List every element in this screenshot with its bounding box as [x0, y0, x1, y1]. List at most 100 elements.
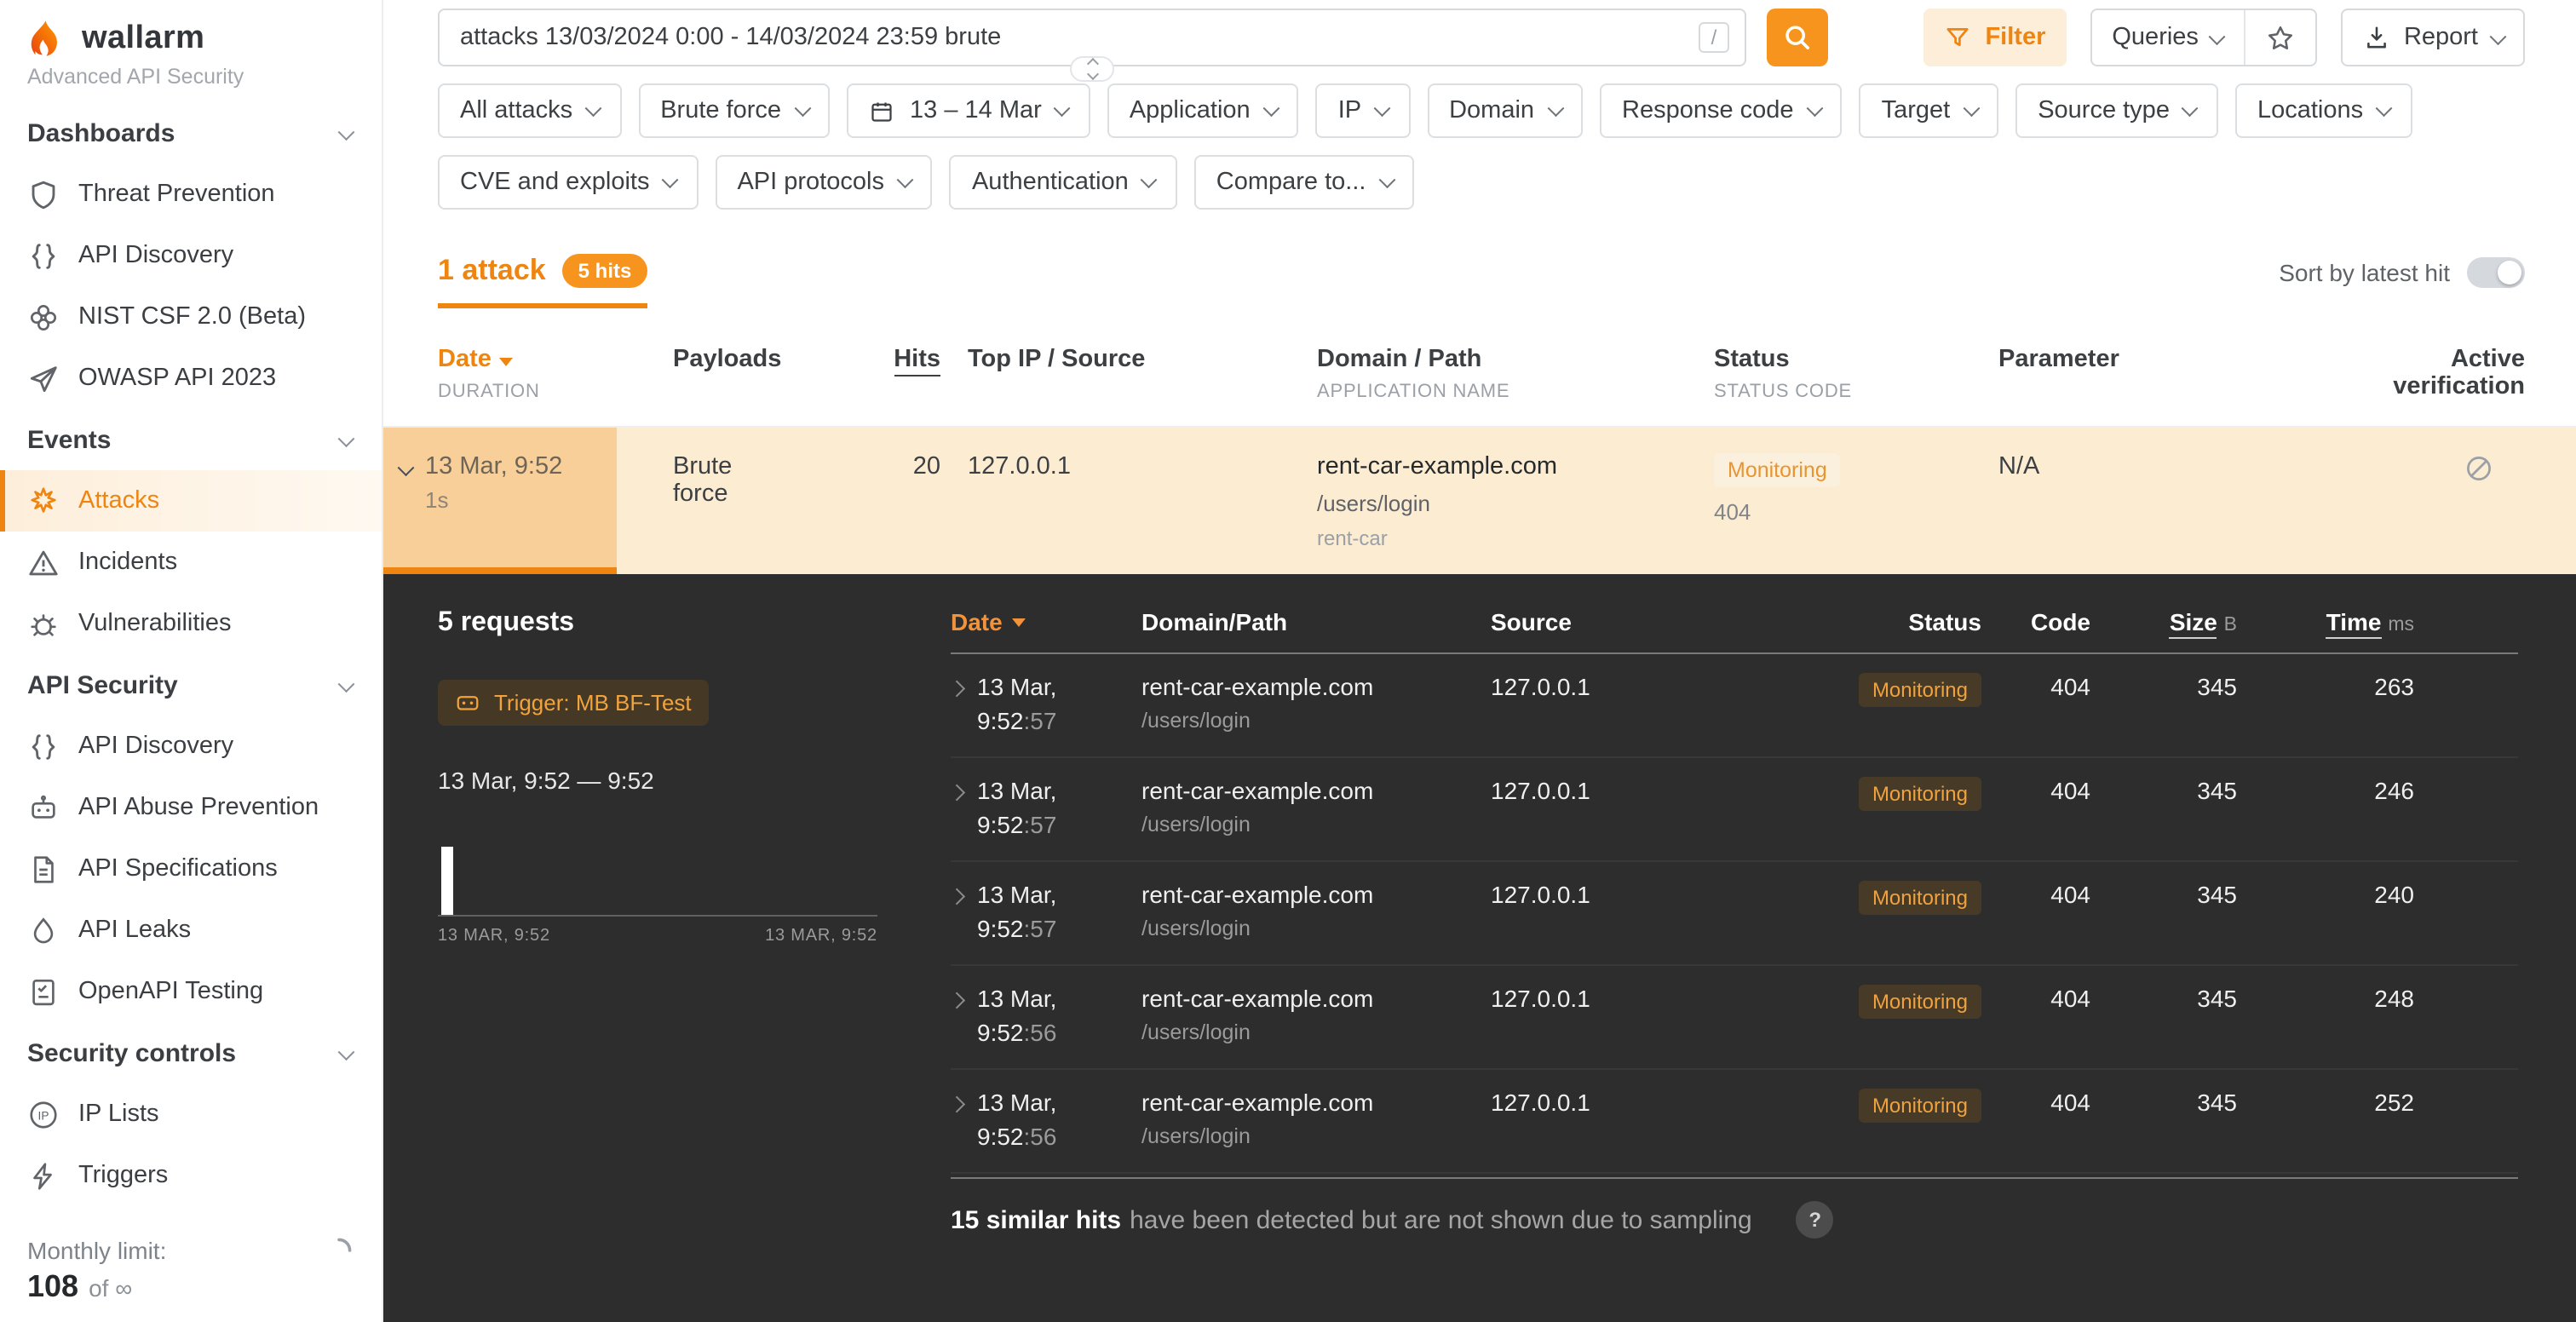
req-column-date[interactable]: Date: [951, 608, 1141, 635]
sidebar-item-nist-csf[interactable]: NIST CSF 2.0 (Beta): [0, 286, 382, 348]
column-header-parameter[interactable]: Parameter: [1998, 346, 2288, 402]
chevron-right-icon[interactable]: [948, 785, 963, 800]
search-button[interactable]: [1767, 9, 1828, 66]
tab-attacks[interactable]: 1 attack 5 hits: [438, 254, 647, 308]
sidebar-item-api-discovery[interactable]: API Discovery: [0, 225, 382, 286]
req-column-size[interactable]: Size B: [2090, 608, 2237, 635]
status-badge: Monitoring: [1859, 881, 1981, 915]
status-badge: Monitoring: [1859, 673, 1981, 707]
filter-chip-authentication[interactable]: Authentication: [950, 155, 1177, 210]
request-row[interactable]: 13 Mar, 9:52:57 rent-car-example.com/use…: [951, 862, 2518, 966]
filter-button[interactable]: Filter: [1923, 9, 2066, 66]
wallarm-app: wallarm Advanced API Security Dashboards…: [0, 0, 2576, 1322]
request-row[interactable]: 13 Mar, 9:52:56 rent-car-example.com/use…: [951, 1070, 2518, 1174]
column-header-hits[interactable]: Hits: [860, 346, 968, 402]
bot-icon: [27, 791, 60, 824]
topbar-actions: Filter Queries Report: [1923, 9, 2525, 66]
column-header-domain[interactable]: Domain / Path APPLICATION NAME: [1317, 346, 1714, 402]
request-row[interactable]: 13 Mar, 9:52:57 rent-car-example.com/use…: [951, 654, 2518, 758]
filter-chip-cve-exploits[interactable]: CVE and exploits: [438, 155, 698, 210]
shield-icon: [27, 178, 60, 210]
requests-histogram: [438, 838, 877, 917]
chevron-right-icon[interactable]: [948, 992, 963, 1008]
trigger-chip[interactable]: Trigger: MB BF-Test: [438, 680, 709, 726]
filter-chip-domain[interactable]: Domain: [1427, 83, 1583, 138]
status-badge: Monitoring: [1859, 1089, 1981, 1123]
req-column-status[interactable]: Status: [1818, 608, 1981, 635]
req-column-code[interactable]: Code: [1981, 608, 2090, 635]
filter-chip-target[interactable]: Target: [1860, 83, 1999, 138]
filter-chip-application[interactable]: Application: [1107, 83, 1299, 138]
chevron-right-icon[interactable]: [948, 888, 963, 904]
req-column-time[interactable]: Time ms: [2237, 608, 2414, 635]
sidebar-item-api-discovery-2[interactable]: API Discovery: [0, 716, 382, 777]
filter-chip-api-protocols[interactable]: API protocols: [715, 155, 933, 210]
sidebar-item-ip-lists[interactable]: IP IP Lists: [0, 1083, 382, 1145]
chevron-down-icon: [337, 430, 353, 445]
braces-icon: [27, 730, 60, 762]
attack-application: rent-car: [1317, 526, 1714, 550]
req-column-source[interactable]: Source: [1491, 608, 1818, 635]
attack-row[interactable]: 13 Mar, 9:52 1s Brute force 20 127.0.0.1…: [383, 428, 2576, 574]
column-header-verification[interactable]: Active verification: [2288, 346, 2576, 402]
chevron-expanded-icon[interactable]: [398, 459, 413, 474]
histogram-axis-labels: 13 MAR, 9:52 13 MAR, 9:52: [438, 927, 877, 946]
request-row[interactable]: 13 Mar, 9:52:56 rent-car-example.com/use…: [951, 966, 2518, 1070]
queries-button[interactable]: Queries: [2091, 10, 2244, 65]
filter-chip-ip[interactable]: IP: [1316, 83, 1410, 138]
column-header-status[interactable]: Status STATUS CODE: [1714, 346, 1998, 402]
favorite-button[interactable]: [2245, 10, 2315, 65]
sidebar-nav: Dashboards Threat Prevention API Discove…: [0, 102, 382, 1225]
sidebar-item-incidents[interactable]: Incidents: [0, 532, 382, 593]
chevron-right-icon[interactable]: [948, 681, 963, 696]
requests-table: Date Domain/Path Source Status Code Size…: [951, 574, 2576, 1322]
sidebar-section-api-security[interactable]: API Security: [0, 654, 382, 716]
braces-icon: [27, 239, 60, 272]
sidebar-item-openapi-testing[interactable]: OpenAPI Testing: [0, 961, 382, 1022]
requests-panel: 5 requests Trigger: MB BF-Test 13 Mar, 9…: [383, 574, 2576, 1322]
sidebar-item-vulnerabilities[interactable]: Vulnerabilities: [0, 593, 382, 654]
brand[interactable]: wallarm: [0, 17, 382, 61]
filter-chip-locations[interactable]: Locations: [2235, 83, 2412, 138]
blocked-icon[interactable]: [2464, 453, 2494, 484]
column-header-date[interactable]: Date DURATION: [383, 346, 673, 402]
sidebar-section-security-controls[interactable]: Security controls: [0, 1022, 382, 1083]
sort-toggle[interactable]: [2467, 257, 2525, 288]
sidebar-section-dashboards[interactable]: Dashboards: [0, 102, 382, 164]
sidebar: wallarm Advanced API Security Dashboards…: [0, 0, 383, 1322]
sidebar-item-api-specifications[interactable]: API Specifications: [0, 838, 382, 900]
filter-icon: [1944, 24, 1971, 51]
chevron-right-icon[interactable]: [948, 1096, 963, 1112]
filter-chip-source-type[interactable]: Source type: [2015, 83, 2218, 138]
sidebar-item-api-abuse-prevention[interactable]: API Abuse Prevention: [0, 777, 382, 838]
queries-group: Queries: [2090, 9, 2317, 66]
sidebar-section-events[interactable]: Events: [0, 409, 382, 470]
column-header-payloads[interactable]: Payloads: [673, 346, 860, 402]
filter-chip-brute-force[interactable]: Brute force: [638, 83, 830, 138]
chevron-down-icon: [1374, 101, 1389, 116]
svg-text:IP: IP: [38, 1108, 49, 1121]
attack-domain-cell: rent-car-example.com /users/login rent-c…: [1317, 428, 1714, 574]
filter-chip-compare-to[interactable]: Compare to...: [1194, 155, 1415, 210]
sidebar-item-attacks[interactable]: Attacks: [0, 470, 382, 532]
attack-count: 1 attack: [438, 254, 546, 288]
filter-chip-date-range[interactable]: 13 – 14 Mar: [847, 83, 1090, 138]
help-icon[interactable]: ?: [1797, 1201, 1834, 1239]
req-column-domain[interactable]: Domain/Path: [1141, 608, 1491, 635]
main-area: / Filter Queries: [383, 0, 2576, 1322]
column-header-source[interactable]: Top IP / Source: [968, 346, 1317, 402]
calendar-icon: [869, 98, 894, 124]
attack-status-cell: Monitoring 404: [1714, 428, 1998, 574]
sidebar-item-threat-prevention[interactable]: Threat Prevention: [0, 164, 382, 225]
filter-chip-all-attacks[interactable]: All attacks: [438, 83, 621, 138]
request-row[interactable]: 13 Mar, 9:52:57 rent-car-example.com/use…: [951, 758, 2518, 862]
sidebar-item-triggers[interactable]: Triggers: [0, 1145, 382, 1206]
toggle-knob: [2498, 261, 2521, 285]
search-collapse-handle[interactable]: [1070, 56, 1114, 82]
filter-chip-response-code[interactable]: Response code: [1600, 83, 1843, 138]
sidebar-item-owasp-api[interactable]: OWASP API 2023: [0, 348, 382, 409]
attack-row-date-cell[interactable]: 13 Mar, 9:52 1s: [383, 428, 617, 574]
report-button[interactable]: Report: [2341, 9, 2525, 66]
sidebar-item-api-leaks[interactable]: API Leaks: [0, 900, 382, 961]
chevron-down-icon: [1055, 101, 1070, 116]
